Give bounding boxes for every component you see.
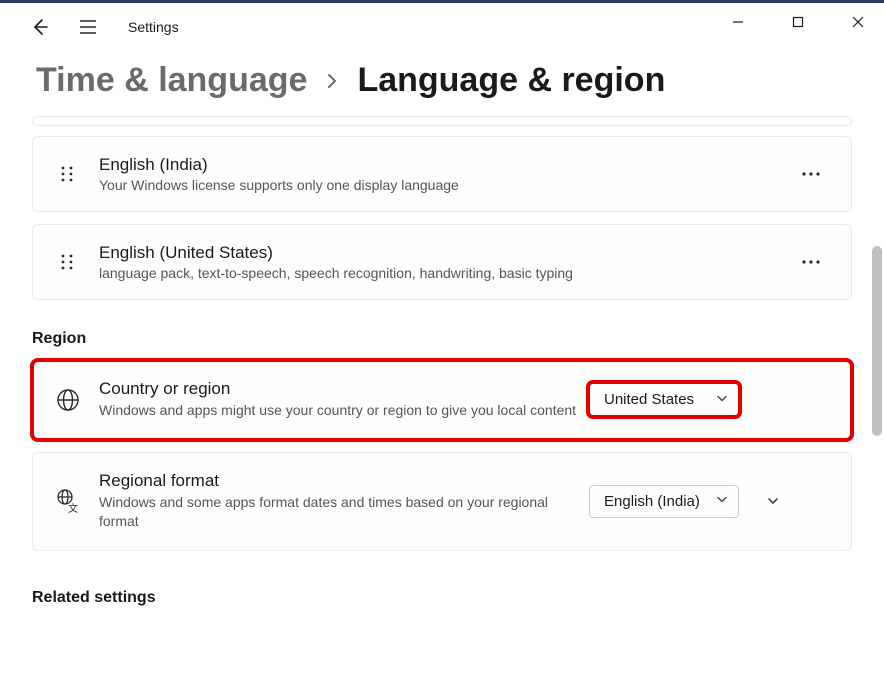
card-stub bbox=[32, 116, 852, 126]
language-card-text: English (United States) language pack, t… bbox=[99, 243, 793, 281]
breadcrumb: Time & language Language & region bbox=[0, 51, 884, 110]
language-name: English (India) bbox=[99, 155, 793, 175]
breadcrumb-parent[interactable]: Time & language bbox=[36, 61, 307, 100]
section-heading-region: Region bbox=[32, 330, 852, 348]
minimize-button[interactable] bbox=[720, 8, 756, 36]
regional-format-select[interactable]: English (India) bbox=[589, 485, 739, 518]
language-card[interactable]: English (India) Your Windows license sup… bbox=[32, 136, 852, 212]
chevron-down-icon bbox=[716, 391, 728, 408]
breadcrumb-current: Language & region bbox=[357, 61, 665, 100]
app-title: Settings bbox=[128, 19, 179, 35]
drag-handle-icon[interactable] bbox=[55, 162, 79, 186]
chevron-right-icon bbox=[325, 68, 339, 94]
regional-format-text: Regional format Windows and some apps fo… bbox=[99, 471, 589, 532]
country-region-value: United States bbox=[604, 391, 694, 408]
language-globe-icon: 文 bbox=[55, 488, 81, 514]
country-region-title: Country or region bbox=[99, 379, 589, 399]
country-region-text: Country or region Windows and apps might… bbox=[99, 379, 589, 421]
hamburger-menu-button[interactable] bbox=[68, 7, 108, 47]
language-card[interactable]: English (United States) language pack, t… bbox=[32, 224, 852, 300]
country-region-desc: Windows and apps might use your country … bbox=[99, 401, 589, 421]
language-desc: Your Windows license supports only one d… bbox=[99, 177, 793, 193]
globe-icon bbox=[55, 387, 81, 413]
back-button[interactable] bbox=[20, 7, 60, 47]
window-controls bbox=[720, 8, 876, 36]
regional-format-title: Regional format bbox=[99, 471, 589, 491]
regional-format-row[interactable]: 文 Regional format Windows and some apps … bbox=[32, 452, 852, 551]
country-region-row[interactable]: Country or region Windows and apps might… bbox=[32, 360, 852, 440]
language-desc: language pack, text-to-speech, speech re… bbox=[99, 265, 793, 281]
more-options-button[interactable] bbox=[793, 244, 829, 280]
regional-format-desc: Windows and some apps format dates and t… bbox=[99, 493, 589, 532]
section-heading-related: Related settings bbox=[32, 589, 852, 607]
regional-format-value: English (India) bbox=[604, 493, 700, 510]
language-card-text: English (India) Your Windows license sup… bbox=[99, 155, 793, 193]
language-name: English (United States) bbox=[99, 243, 793, 263]
content-area: English (India) Your Windows license sup… bbox=[0, 116, 884, 607]
chevron-down-icon bbox=[716, 493, 728, 510]
drag-handle-icon[interactable] bbox=[55, 250, 79, 274]
more-options-button[interactable] bbox=[793, 156, 829, 192]
scrollbar-thumb[interactable] bbox=[872, 246, 882, 436]
svg-text:文: 文 bbox=[68, 502, 78, 514]
expand-row-button[interactable] bbox=[759, 494, 787, 508]
country-region-select[interactable]: United States bbox=[589, 383, 739, 416]
maximize-button[interactable] bbox=[780, 8, 816, 36]
close-button[interactable] bbox=[840, 8, 876, 36]
